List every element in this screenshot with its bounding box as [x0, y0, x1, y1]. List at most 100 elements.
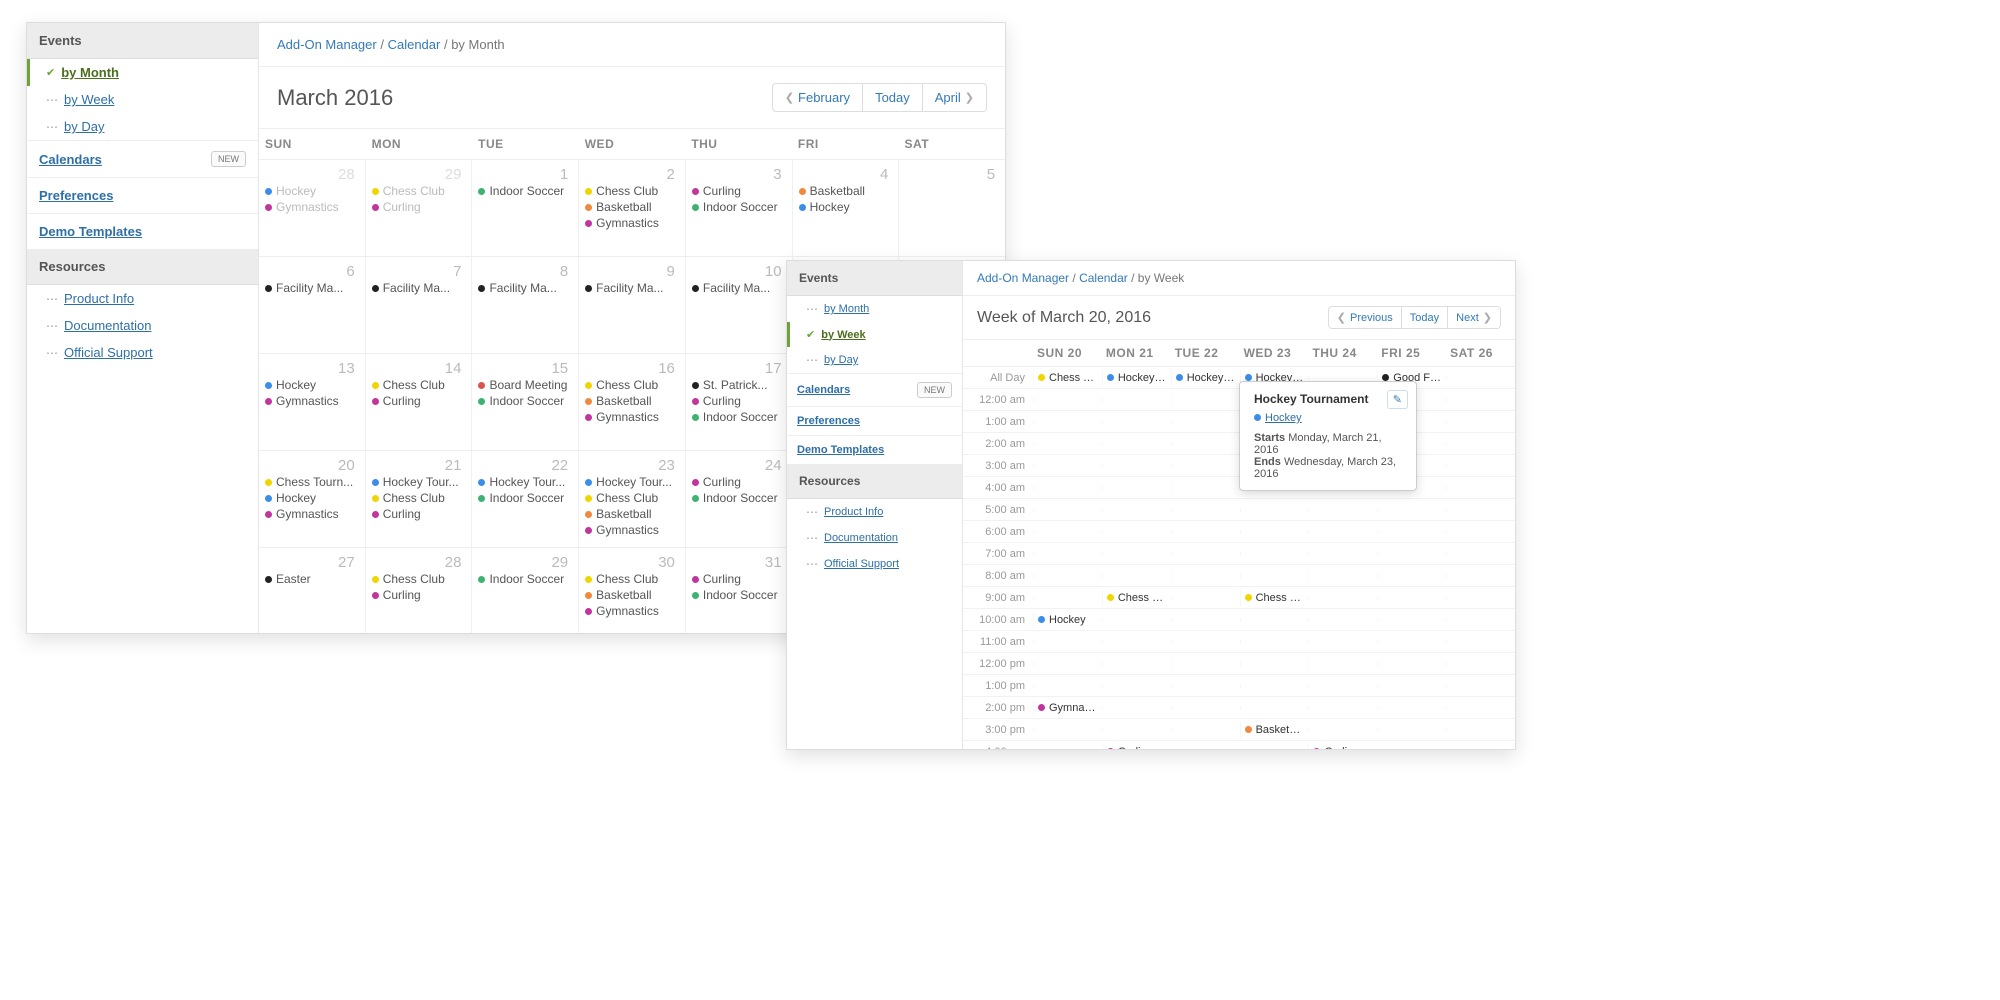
sidebar-resource-link[interactable]: Documentation [824, 532, 898, 544]
hour-cell[interactable] [1446, 662, 1515, 666]
day-cell[interactable]: 22Hockey Tour...Indoor Soccer [471, 451, 578, 547]
prev-week-button[interactable]: ❮Previous [1328, 306, 1402, 329]
hour-cell[interactable] [1171, 552, 1240, 556]
calendars-link[interactable]: Calendars [39, 152, 102, 167]
allday-cell[interactable]: Hockey Tour... [1171, 370, 1240, 386]
calendar-event[interactable]: Hockey Tour... [478, 475, 572, 489]
hour-cell[interactable] [1308, 552, 1377, 556]
breadcrumb-calendar[interactable]: Calendar [1079, 271, 1128, 285]
hour-cell[interactable] [1446, 706, 1515, 710]
day-cell[interactable]: 16Chess ClubBasketballGymnastics [578, 354, 685, 450]
hour-cell[interactable] [1446, 552, 1515, 556]
hour-cell[interactable] [1240, 640, 1309, 644]
calendar-event[interactable]: St. Patrick... [692, 378, 786, 392]
calendar-event[interactable]: Hockey [265, 491, 359, 505]
calendar-event[interactable]: Chess Club [372, 378, 466, 392]
sidebar-view-item[interactable]: ✔by Month [27, 59, 258, 86]
day-cell[interactable]: 8Facility Ma... [471, 257, 578, 353]
hour-cell[interactable] [1377, 640, 1446, 644]
hour-cell[interactable] [1033, 420, 1102, 424]
day-cell[interactable]: 23Hockey Tour...Chess ClubBasketballGymn… [578, 451, 685, 547]
hour-cell[interactable] [1377, 508, 1446, 512]
hour-cell[interactable] [1171, 574, 1240, 578]
calendar-event[interactable]: Curling [372, 507, 466, 521]
hour-cell[interactable] [1102, 684, 1171, 688]
sidebar-resource-item[interactable]: ⋯Documentation [787, 525, 962, 551]
hour-cell[interactable] [1171, 596, 1240, 600]
day-cell[interactable]: 4BasketballHockey [792, 160, 899, 256]
day-cell[interactable]: 24CurlingIndoor Soccer [685, 451, 792, 547]
hour-cell[interactable] [1171, 662, 1240, 666]
hour-cell[interactable] [1102, 420, 1171, 424]
hour-cell[interactable] [1377, 574, 1446, 578]
calendar-event[interactable]: Basketball [585, 507, 679, 521]
calendar-event[interactable]: Board Meeting [478, 378, 572, 392]
hour-cell[interactable] [1446, 508, 1515, 512]
hour-cell[interactable] [1171, 618, 1240, 622]
day-cell[interactable]: 10Facility Ma... [685, 257, 792, 353]
calendar-event[interactable]: Hockey Tour... [372, 475, 466, 489]
next-week-button[interactable]: Next❯ [1448, 306, 1501, 329]
day-cell[interactable]: 17St. Patrick...CurlingIndoor Soccer [685, 354, 792, 450]
day-cell[interactable]: 29Indoor Soccer [471, 548, 578, 633]
hour-cell[interactable] [1033, 508, 1102, 512]
hour-cell[interactable]: Curling [1308, 744, 1377, 750]
hour-cell[interactable] [1033, 442, 1102, 446]
hour-cell[interactable] [1446, 464, 1515, 468]
breadcrumb-calendar[interactable]: Calendar [388, 37, 441, 52]
calendar-event[interactable]: Chess Tourn... [265, 475, 359, 489]
sidebar-link-calendars[interactable]: Calendars NEW [27, 140, 258, 177]
hour-cell[interactable]: Curling [1102, 744, 1171, 750]
hour-cell[interactable] [1102, 552, 1171, 556]
hour-cell[interactable] [1171, 464, 1240, 468]
hour-cell[interactable] [1377, 618, 1446, 622]
calendar-event[interactable]: Facility Ma... [265, 281, 359, 295]
hour-cell[interactable] [1308, 618, 1377, 622]
calendar-event[interactable]: Curling [692, 394, 786, 408]
calendar-event[interactable]: Chess Club [585, 572, 679, 586]
hour-cell[interactable] [1102, 464, 1171, 468]
sidebar-link-calendars[interactable]: Calendars NEW [787, 373, 962, 406]
sidebar-view-link[interactable]: by Month [824, 303, 869, 315]
hour-cell[interactable] [1102, 728, 1171, 732]
sidebar-view-link[interactable]: by Week [821, 329, 865, 341]
sidebar-resource-item[interactable]: ⋯Official Support [27, 339, 258, 366]
hour-cell[interactable] [1446, 574, 1515, 578]
sidebar-view-item[interactable]: ⋯by Day [787, 347, 962, 373]
calendar-event[interactable]: Indoor Soccer [478, 491, 572, 505]
sidebar-resource-item[interactable]: ⋯Documentation [27, 312, 258, 339]
popup-category-link[interactable]: Hockey [1265, 412, 1302, 424]
calendar-event[interactable]: Hockey Tour... [585, 475, 679, 489]
calendar-event[interactable]: Curling [692, 475, 786, 489]
calendar-event[interactable]: Curling [372, 394, 466, 408]
calendars-link[interactable]: Calendars [797, 384, 850, 396]
hour-cell[interactable] [1171, 508, 1240, 512]
calendar-event[interactable]: Basketball [585, 200, 679, 214]
calendar-event[interactable]: Chess Club [372, 491, 466, 505]
allday-cell[interactable] [1308, 376, 1377, 380]
hour-cell[interactable] [1033, 662, 1102, 666]
day-cell[interactable]: 31CurlingIndoor Soccer [685, 548, 792, 633]
calendar-event[interactable]: Facility Ma... [478, 281, 572, 295]
calendar-event[interactable]: Curling [372, 200, 466, 214]
hour-cell[interactable] [1240, 530, 1309, 534]
allday-cell[interactable]: Hockey Tour... [1102, 370, 1171, 386]
hour-cell[interactable] [1308, 530, 1377, 534]
day-cell[interactable]: 7Facility Ma... [365, 257, 472, 353]
hour-cell[interactable] [1102, 398, 1171, 402]
hour-cell[interactable] [1033, 596, 1102, 600]
calendar-event[interactable]: Curling [692, 184, 786, 198]
hour-cell[interactable] [1308, 662, 1377, 666]
day-cell[interactable]: 5 [898, 160, 1005, 256]
sidebar-resource-item[interactable]: ⋯Product Info [787, 499, 962, 525]
today-button[interactable]: Today [863, 83, 923, 112]
calendar-event[interactable]: Chess Club [585, 491, 679, 505]
breadcrumb-addon[interactable]: Add-On Manager [277, 37, 377, 52]
hour-cell[interactable] [1102, 574, 1171, 578]
hour-cell[interactable] [1446, 728, 1515, 732]
hour-cell[interactable] [1240, 574, 1309, 578]
calendar-event[interactable]: Hockey [265, 378, 359, 392]
sidebar-resource-link[interactable]: Official Support [64, 345, 153, 360]
calendar-event[interactable]: Indoor Soccer [692, 491, 786, 505]
day-cell[interactable]: 29Chess ClubCurling [365, 160, 472, 256]
